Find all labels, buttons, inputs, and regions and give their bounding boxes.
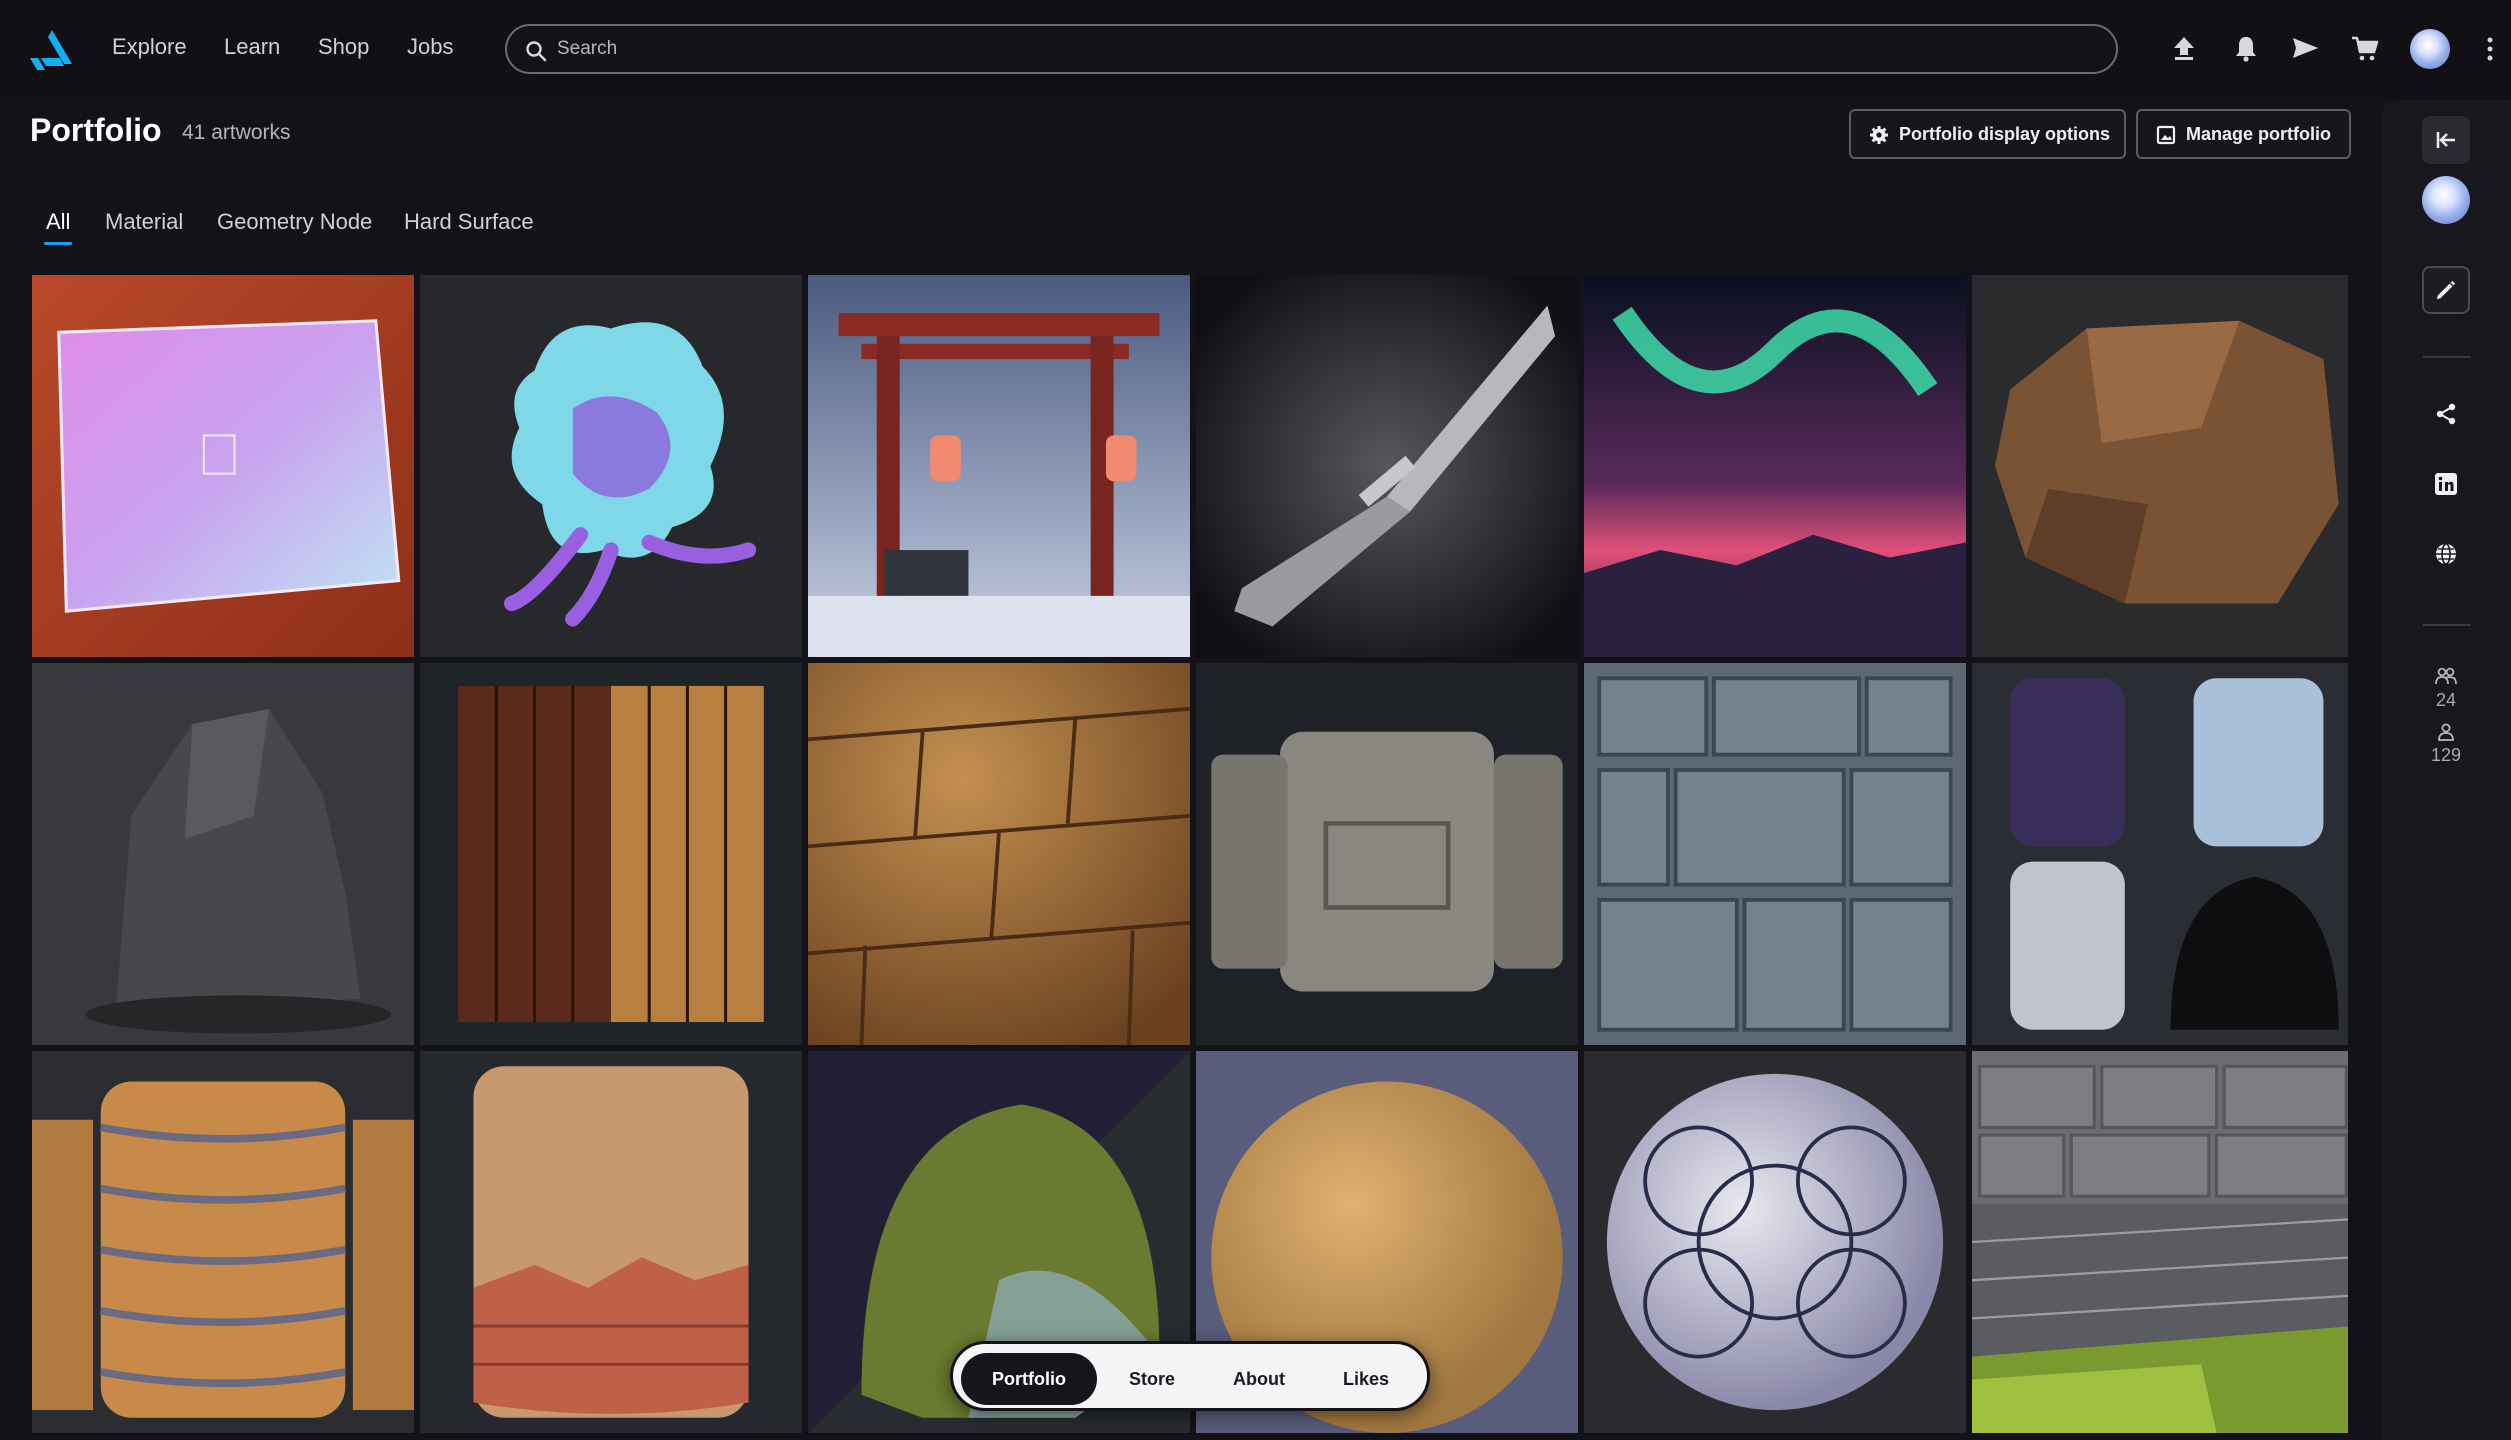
notifications-bell-icon[interactable] (2231, 33, 2261, 63)
website-globe-icon[interactable] (2434, 542, 2458, 566)
search-input[interactable] (557, 34, 2057, 64)
page-title: Portfolio (30, 112, 162, 148)
linkedin-icon[interactable] (2434, 472, 2458, 496)
pencil-icon (2436, 280, 2456, 300)
gear-icon (1870, 126, 1888, 144)
artwork-grid (32, 275, 2348, 1440)
artwork-count: 41 artworks (182, 121, 291, 144)
artwork-thumbnail[interactable] (32, 663, 414, 1045)
send-message-icon[interactable] (2290, 33, 2320, 63)
search-bar[interactable] (505, 24, 2118, 74)
image-frame-icon (2156, 125, 2176, 145)
followers-count[interactable]: 129 (2381, 745, 2511, 766)
collapse-rail-button[interactable] (2422, 116, 2470, 164)
artwork-thumbnail[interactable] (420, 275, 802, 657)
more-options-icon[interactable] (2487, 36, 2493, 62)
manage-portfolio-label: Manage portfolio (2186, 123, 2331, 144)
tab-geometry-node[interactable]: Geometry Node (217, 209, 372, 235)
section-tab-about[interactable]: About (1205, 1353, 1313, 1405)
manage-portfolio-button[interactable]: Manage portfolio (2136, 109, 2351, 159)
followers-person-icon (2438, 723, 2454, 741)
artwork-thumbnail[interactable] (420, 1051, 802, 1433)
nav-jobs-link[interactable]: Jobs (407, 34, 453, 60)
artwork-thumbnail[interactable] (1584, 1051, 1966, 1433)
following-people-icon (2435, 667, 2457, 685)
search-icon (526, 41, 547, 62)
top-navigation-bar: Explore Learn Shop Jobs (0, 0, 2511, 100)
section-tab-portfolio[interactable]: Portfolio (961, 1353, 1097, 1405)
portfolio-display-options-label: Portfolio display options (1899, 123, 2110, 144)
artwork-thumbnail[interactable] (32, 1051, 414, 1433)
portfolio-display-options-button[interactable]: Portfolio display options (1849, 109, 2126, 159)
artwork-thumbnail[interactable] (1584, 275, 1966, 657)
rail-divider (2423, 624, 2471, 626)
artwork-thumbnail[interactable] (1972, 1051, 2348, 1433)
profile-section-nav: Portfolio Store About Likes (950, 1341, 1430, 1411)
artwork-thumbnail[interactable] (32, 275, 414, 657)
section-tab-likes[interactable]: Likes (1315, 1353, 1417, 1405)
nav-explore-link[interactable]: Explore (112, 34, 187, 60)
artwork-thumbnail[interactable] (420, 663, 802, 1045)
artwork-thumbnail[interactable] (1196, 275, 1578, 657)
artwork-thumbnail[interactable] (808, 275, 1190, 657)
artwork-thumbnail[interactable] (1584, 663, 1966, 1045)
active-tab-indicator (44, 242, 72, 245)
edit-profile-button[interactable] (2422, 266, 2470, 314)
shopping-cart-icon[interactable] (2350, 33, 2380, 63)
artwork-thumbnail[interactable] (1972, 275, 2348, 657)
upload-icon[interactable] (2169, 33, 2199, 63)
artwork-thumbnail[interactable] (1196, 663, 1578, 1045)
rail-divider (2423, 356, 2471, 358)
tab-all[interactable]: All (46, 209, 70, 235)
section-tab-store[interactable]: Store (1103, 1353, 1201, 1405)
tab-hard-surface[interactable]: Hard Surface (404, 209, 534, 235)
profile-avatar[interactable] (2422, 176, 2470, 224)
user-avatar[interactable] (2410, 29, 2450, 69)
following-count[interactable]: 24 (2381, 690, 2511, 711)
nav-shop-link[interactable]: Shop (318, 34, 369, 60)
artwork-thumbnail[interactable] (1972, 663, 2348, 1045)
nav-learn-link[interactable]: Learn (224, 34, 280, 60)
share-icon[interactable] (2434, 402, 2458, 426)
artwork-thumbnail[interactable] (808, 663, 1190, 1045)
profile-side-rail: 24 129 (2381, 100, 2511, 1440)
artstation-logo-icon[interactable] (28, 28, 74, 70)
tab-material[interactable]: Material (105, 209, 183, 235)
collapse-arrow-icon (2436, 132, 2455, 148)
